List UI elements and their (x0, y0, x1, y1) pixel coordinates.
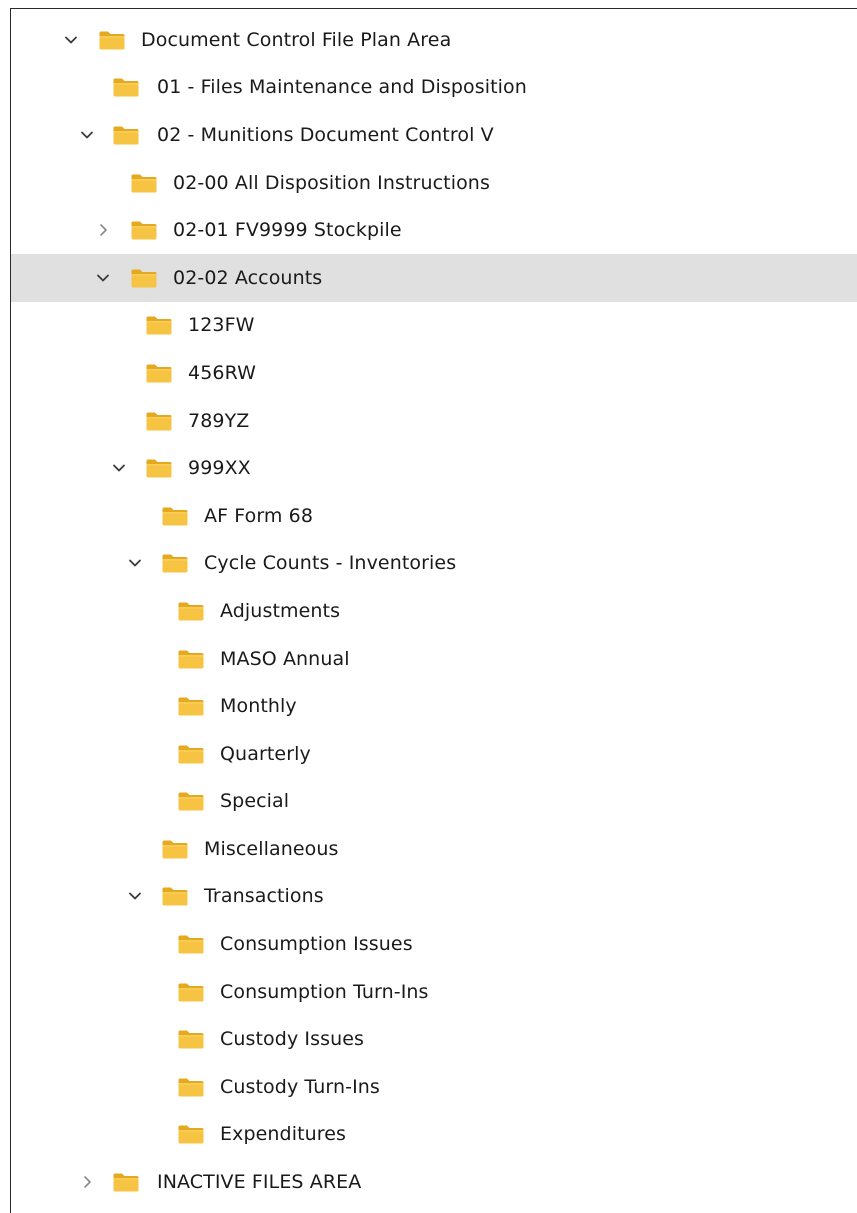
chevron-right-icon[interactable] (79, 1174, 95, 1190)
folder-icon (145, 363, 173, 384)
folder-icon (161, 886, 189, 907)
folder-icon (177, 934, 205, 955)
folder-icon (177, 1077, 205, 1098)
tree-item-label: AF Form 68 (204, 504, 314, 527)
folder-icon (161, 506, 189, 527)
tree-item[interactable]: 123FW (11, 302, 857, 350)
folder-icon (177, 696, 205, 717)
chevron-down-icon[interactable] (127, 888, 143, 904)
tree-item-label: 01 - Files Maintenance and Disposition (157, 76, 527, 99)
tree-item-label: 02-02 Accounts (173, 266, 323, 289)
tree-item-label: MASO Annual (220, 647, 350, 670)
chevron-down-icon[interactable] (79, 127, 95, 143)
tree-item[interactable]: Adjustments (11, 587, 857, 635)
tree-item-label: Special (220, 790, 290, 813)
tree-item[interactable]: Quarterly (11, 730, 857, 778)
folder-icon (112, 125, 140, 146)
tree-item-label: 789YZ (188, 409, 250, 432)
tree-item[interactable]: Miscellaneous (11, 825, 857, 873)
tree-item-label: 02-01 FV9999 Stockpile (173, 219, 402, 242)
tree-item[interactable]: Consumption Turn-Ins (11, 968, 857, 1016)
folder-icon (177, 1124, 205, 1145)
tree-item[interactable]: Custody Turn-Ins (11, 1063, 857, 1111)
tree-item-label: 02-00 All Disposition Instructions (173, 171, 490, 194)
folder-icon (112, 77, 140, 98)
tree-item[interactable]: 02-01 FV9999 Stockpile (11, 206, 857, 254)
tree-item-label: Expenditures (220, 1123, 347, 1146)
tree-item[interactable]: Monthly (11, 682, 857, 730)
folder-icon (130, 220, 158, 241)
tree-item[interactable]: 999XX (11, 444, 857, 492)
tree-item[interactable]: 456RW (11, 349, 857, 397)
folder-icon (177, 982, 205, 1003)
tree-item-label: Consumption Turn-Ins (220, 980, 429, 1003)
tree-item-label: Transactions (204, 885, 324, 908)
tree-item[interactable]: AF Form 68 (11, 492, 857, 540)
folder-icon (130, 173, 158, 194)
folder-tree: Document Control File Plan Area 01 - File… (11, 16, 857, 1206)
tree-item[interactable]: INACTIVE FILES AREA (11, 1158, 857, 1206)
tree-item[interactable]: 02 - Munitions Document Control V (11, 111, 857, 159)
folder-icon (177, 791, 205, 812)
tree-item[interactable]: 02-00 All Disposition Instructions (11, 159, 857, 207)
chevron-down-icon[interactable] (111, 460, 127, 476)
tree-item-label: Consumption Issues (220, 933, 413, 956)
folder-icon (177, 649, 205, 670)
chevron-right-icon[interactable] (95, 222, 111, 238)
tree-item-label: Miscellaneous (204, 837, 339, 860)
chevron-down-icon[interactable] (63, 32, 79, 48)
tree-item-label: Custody Issues (220, 1028, 365, 1051)
folder-icon (161, 839, 189, 860)
folder-icon (177, 1029, 205, 1050)
folder-icon (130, 268, 158, 289)
tree-item-label: Adjustments (220, 599, 341, 622)
tree-item-label: Custody Turn-Ins (220, 1075, 380, 1098)
tree-item[interactable]: 789YZ (11, 397, 857, 445)
tree-item-label: Document Control File Plan Area (141, 28, 452, 51)
tree-item-label: Quarterly (220, 742, 311, 765)
folder-icon (161, 553, 189, 574)
tree-item-label: 456RW (188, 361, 256, 384)
tree-item[interactable]: 01 - Files Maintenance and Disposition (11, 64, 857, 112)
tree-item-label: 999XX (188, 457, 251, 480)
tree-item-label: INACTIVE FILES AREA (157, 1171, 362, 1194)
folder-icon (98, 30, 126, 51)
tree-item[interactable]: Transactions (11, 873, 857, 921)
folder-icon (177, 744, 205, 765)
tree-item[interactable]: 02-02 Accounts (11, 253, 857, 302)
tree-item-label: Cycle Counts - Inventories (204, 552, 457, 575)
folder-tree-panel: Document Control File Plan Area 01 - File… (10, 8, 857, 1213)
chevron-down-icon[interactable] (127, 555, 143, 571)
folder-icon (145, 411, 173, 432)
tree-item-label: 123FW (188, 314, 255, 337)
tree-item[interactable]: Document Control File Plan Area (11, 16, 857, 64)
folder-icon (145, 458, 173, 479)
tree-item-label: Monthly (220, 695, 297, 718)
folder-icon (177, 601, 205, 622)
tree-item[interactable]: Expenditures (11, 1111, 857, 1159)
folder-icon (145, 315, 173, 336)
tree-item[interactable]: Special (11, 778, 857, 826)
chevron-down-icon[interactable] (95, 270, 111, 286)
tree-item[interactable]: Custody Issues (11, 1015, 857, 1063)
tree-item[interactable]: Consumption Issues (11, 920, 857, 968)
folder-icon (112, 1172, 140, 1193)
tree-item[interactable]: MASO Annual (11, 635, 857, 683)
tree-item[interactable]: Cycle Counts - Inventories (11, 540, 857, 588)
tree-item-label: 02 - Munitions Document Control V (157, 123, 494, 146)
